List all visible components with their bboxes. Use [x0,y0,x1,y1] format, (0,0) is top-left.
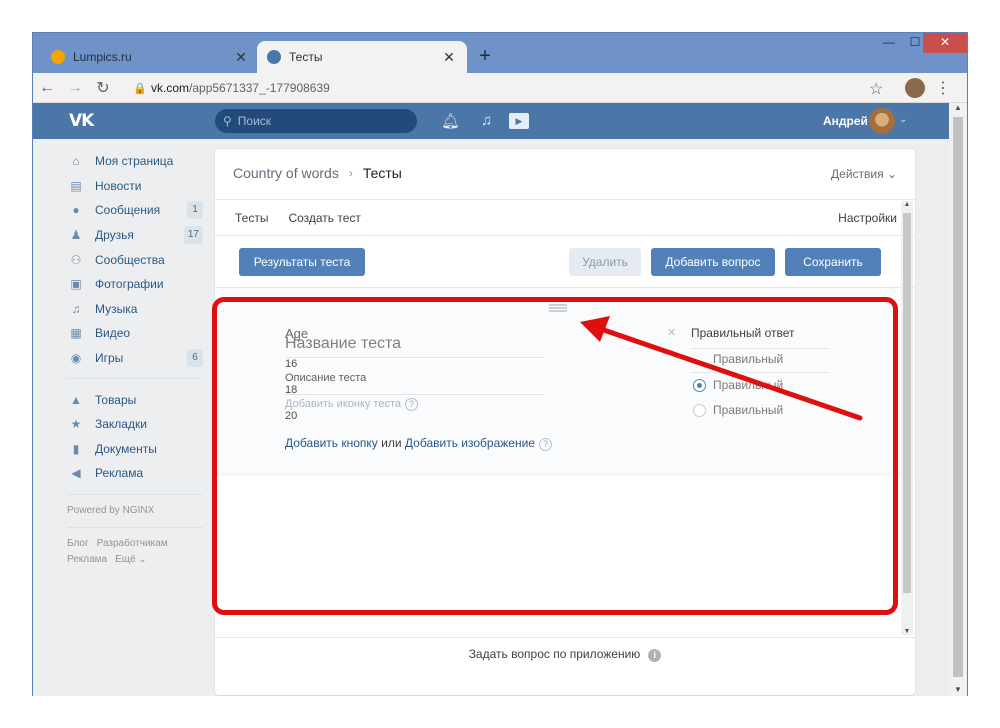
annotation-arrow-icon [580,316,863,421]
